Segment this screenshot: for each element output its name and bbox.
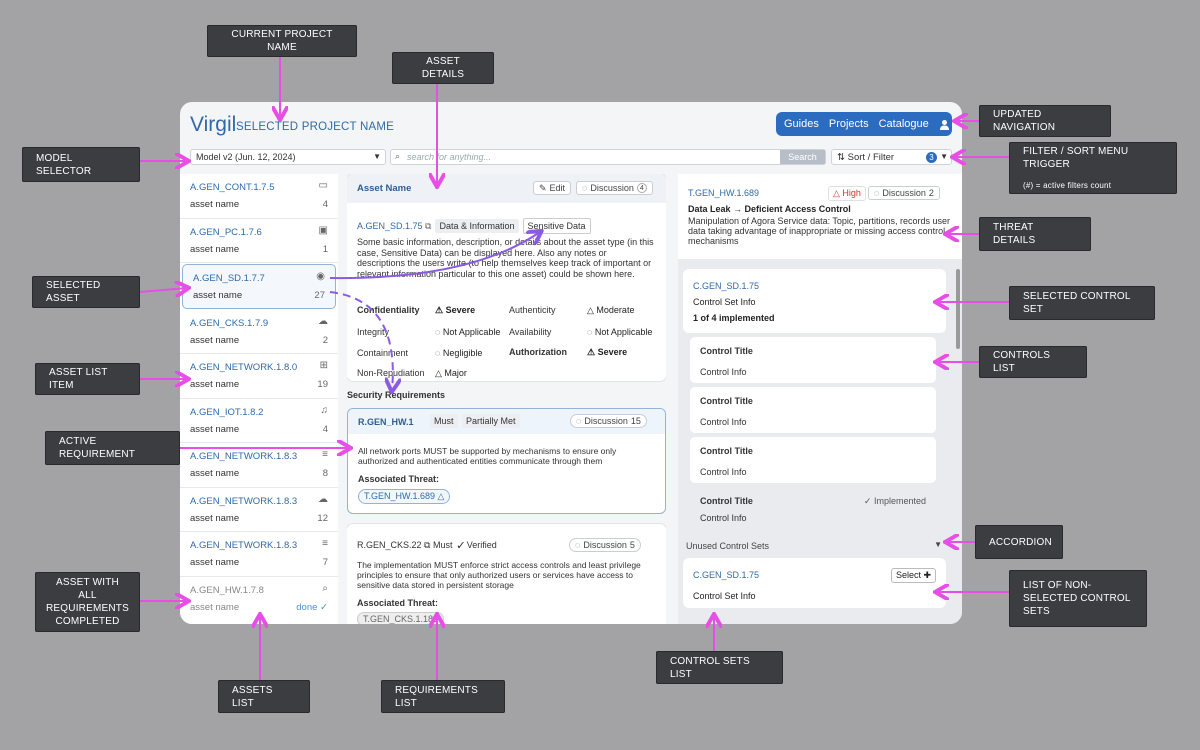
annotation-arrows (139, 57, 1009, 680)
